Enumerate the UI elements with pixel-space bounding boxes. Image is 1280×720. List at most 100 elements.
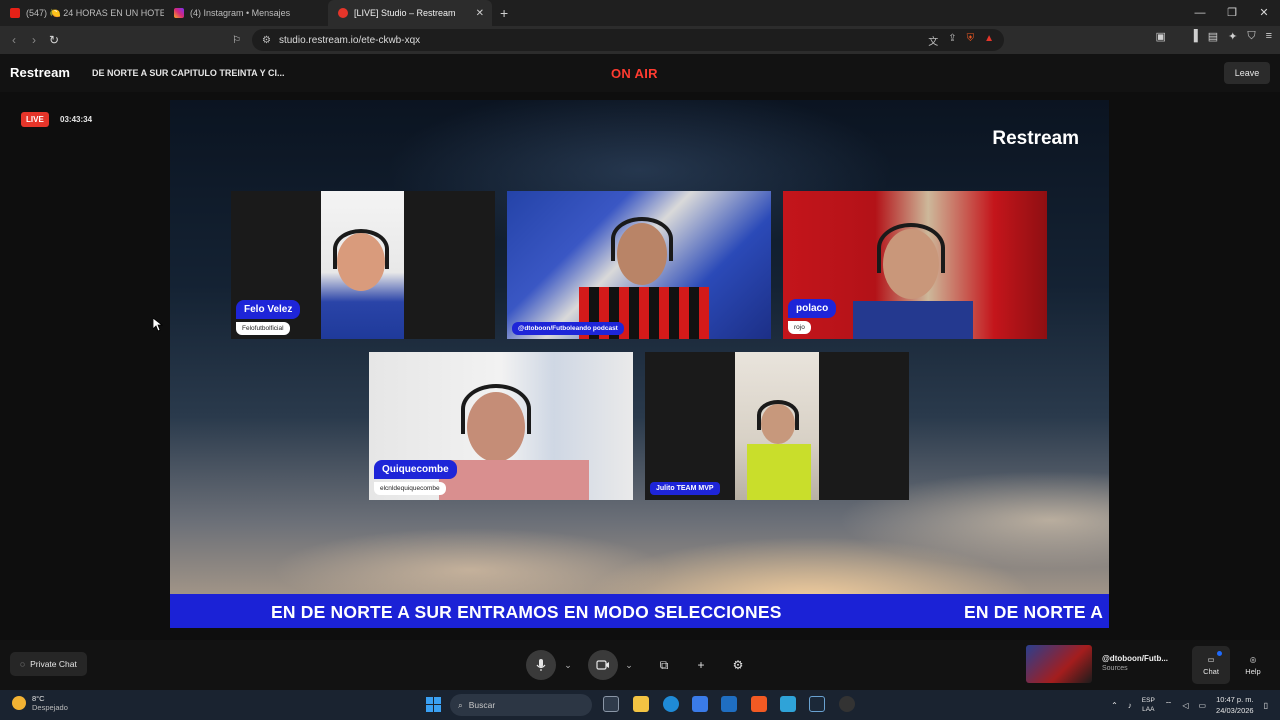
- media-icon[interactable]: ▣: [1156, 30, 1166, 43]
- back-icon[interactable]: ‹: [4, 33, 24, 47]
- microphone-icon: [536, 659, 546, 671]
- broadcast-stage: Restream Felo Velez Felofutbolficial @dt…: [170, 100, 1109, 628]
- ticker-text-repeat: EN DE NORTE A: [964, 602, 1104, 622]
- participant-tile[interactable]: @dtoboon/Futboleando podcast: [507, 191, 771, 339]
- reload-icon[interactable]: ↻: [44, 33, 64, 47]
- participant-name: polaco: [788, 299, 837, 318]
- battery-icon[interactable]: ▭: [1198, 701, 1206, 710]
- chevron-down-icon[interactable]: ⌄: [561, 650, 575, 680]
- studio-toolbar: ◌ Private Chat ⌄ ⌄ ⧉ + ⚙ @dtoboon/Futb..…: [0, 640, 1280, 690]
- menu-icon[interactable]: ≡: [1266, 30, 1272, 43]
- date: 24/03/2026: [1216, 706, 1254, 715]
- moon-weather-icon: [12, 696, 26, 710]
- notifications-icon[interactable]: ▯: [1264, 701, 1268, 710]
- source-thumbnail[interactable]: [1026, 645, 1092, 683]
- chevron-up-icon[interactable]: ⌃: [1111, 701, 1118, 710]
- language-code: ESP: [1141, 697, 1155, 704]
- help-label: Help: [1245, 666, 1261, 676]
- translate-icon[interactable]: 文: [928, 33, 938, 48]
- restream-logo[interactable]: Restream: [10, 65, 70, 80]
- camera-button[interactable]: [588, 650, 618, 680]
- participant-video: [735, 352, 819, 500]
- brave-icon[interactable]: [751, 696, 767, 712]
- participant-name: Quiquecombe: [374, 460, 457, 479]
- wallet-icon[interactable]: ▤: [1208, 30, 1218, 43]
- participant-tile[interactable]: polaco rojo: [783, 191, 1047, 339]
- share-icon[interactable]: ⇪: [948, 33, 956, 48]
- edge-icon[interactable]: [663, 696, 679, 712]
- participant-subtitle: @dtoboon/Futboleando podcast: [512, 322, 624, 335]
- steam-icon[interactable]: [809, 696, 825, 712]
- participant-video: [321, 191, 404, 339]
- site-info-icon[interactable]: ⚙: [262, 35, 271, 46]
- forward-icon[interactable]: ›: [24, 33, 44, 47]
- bookmark-icon[interactable]: ⚐: [232, 35, 241, 46]
- sources-label: Sources: [1102, 665, 1128, 672]
- plus-icon[interactable]: +: [492, 5, 516, 21]
- volume-icon[interactable]: ◁: [1182, 701, 1188, 710]
- address-bar-row: ‹ › ↻ ⚐ ⚙ studio.restream.io/ete-ckwb-xq…: [0, 26, 1280, 54]
- chat-bubble-icon: ◌: [20, 659, 26, 669]
- ticker-text: EN DE NORTE A SUR ENTRAMOS EN MODO SELEC…: [271, 602, 782, 622]
- microphone-button[interactable]: [526, 650, 556, 680]
- system-tray: ⌃ ♪ ESP LAA ⌔ ◁ ▭ 10:47 p. m. 24/03/2026…: [1111, 694, 1268, 716]
- news-ticker: EN DE NORTE A SUR ENTRAMOS EN MODO SELEC…: [170, 594, 1109, 628]
- browser-tab-instagram[interactable]: (4) Instagram • Mensajes: [164, 0, 328, 26]
- search-icon: ⌕: [458, 699, 463, 710]
- app-16-icon[interactable]: [780, 696, 796, 712]
- leave-button[interactable]: Leave: [1224, 62, 1270, 84]
- close-window-icon[interactable]: ✕: [1248, 0, 1280, 26]
- stream-title[interactable]: DE NORTE A SUR CAPITULO TREINTA Y CI...: [92, 68, 285, 78]
- participant-subtitle: elcnldequiquecombe: [374, 482, 446, 495]
- temperature: 8°C: [32, 694, 45, 703]
- brave-rewards-icon[interactable]: ▲: [984, 33, 994, 48]
- participant-name: Julito TEAM MVP: [650, 482, 720, 495]
- private-chat-button[interactable]: ◌ Private Chat: [10, 652, 87, 676]
- language-indicator[interactable]: ESP LAA: [1142, 696, 1155, 714]
- vpn-icon[interactable]: ⛉: [1247, 30, 1255, 43]
- share-screen-button[interactable]: ⧉: [649, 650, 679, 680]
- taskbar-search[interactable]: ⌕ Buscar: [450, 694, 592, 716]
- camera-icon: [596, 660, 609, 670]
- sidebar-icon[interactable]: ▐: [1190, 30, 1198, 43]
- on-air-indicator: ON AIR: [611, 66, 658, 81]
- leo-icon[interactable]: ✦: [1228, 30, 1237, 43]
- file-explorer-icon[interactable]: [633, 696, 649, 712]
- settings-button[interactable]: ⚙: [723, 650, 753, 680]
- url-text: studio.restream.io/ete-ckwb-xqx: [278, 34, 421, 46]
- minimize-icon[interactable]: —: [1184, 0, 1216, 26]
- browser-tab-restream[interactable]: [LIVE] Studio – Restream ✕: [328, 0, 492, 26]
- task-view-icon[interactable]: [603, 696, 619, 712]
- private-chat-label: Private Chat: [30, 659, 77, 669]
- add-button[interactable]: +: [686, 650, 716, 680]
- clock[interactable]: 10:47 p. m. 24/03/2026: [1216, 694, 1254, 716]
- brave-shield-icon[interactable]: ⛨: [967, 33, 975, 48]
- wifi-icon[interactable]: ⌔: [1165, 700, 1173, 710]
- browser-tab-strip: (547) 🍋 24 HORAS EN UN HOTEL AB (4) Inst…: [0, 0, 1280, 26]
- weather-widget[interactable]: 8°C Despejado: [12, 694, 68, 712]
- chevron-down-icon[interactable]: ⌄: [622, 650, 636, 680]
- close-tab-icon[interactable]: ✕: [476, 8, 484, 19]
- chat-button[interactable]: ▭ Chat: [1192, 646, 1230, 684]
- participant-tile[interactable]: Quiquecombe elcnldequiquecombe: [369, 352, 633, 500]
- plus-icon: +: [697, 658, 705, 672]
- stage-restream-logo: Restream: [992, 128, 1079, 149]
- store-icon[interactable]: [692, 696, 708, 712]
- address-bar[interactable]: ⚐ ⚙ studio.restream.io/ete-ckwb-xqx 文 ⇪ …: [232, 29, 1004, 51]
- maximize-icon[interactable]: ❐: [1216, 0, 1248, 26]
- participant-subtitle: Felofutbolficial: [236, 322, 290, 335]
- microphone-tray-icon[interactable]: ♪: [1128, 701, 1132, 710]
- browser-tab-youtube[interactable]: (547) 🍋 24 HORAS EN UN HOTEL AB: [0, 0, 164, 26]
- outlook-icon[interactable]: [721, 696, 737, 712]
- chat-label: Chat: [1203, 666, 1219, 676]
- help-button[interactable]: ◎ Help: [1234, 646, 1272, 684]
- participant-tile[interactable]: Julito TEAM MVP: [645, 352, 909, 500]
- youtube-icon: [10, 8, 20, 18]
- participant-subtitle: rojo: [788, 321, 811, 334]
- tab-label: [LIVE] Studio – Restream: [354, 8, 456, 18]
- windows-start-icon[interactable]: [426, 697, 441, 712]
- participant-tile[interactable]: Felo Velez Felofutbolficial: [231, 191, 495, 339]
- app-record-icon[interactable]: [839, 696, 855, 712]
- source-name[interactable]: @dtoboon/Futb...: [1102, 654, 1186, 663]
- gear-icon: ⚙: [732, 658, 744, 672]
